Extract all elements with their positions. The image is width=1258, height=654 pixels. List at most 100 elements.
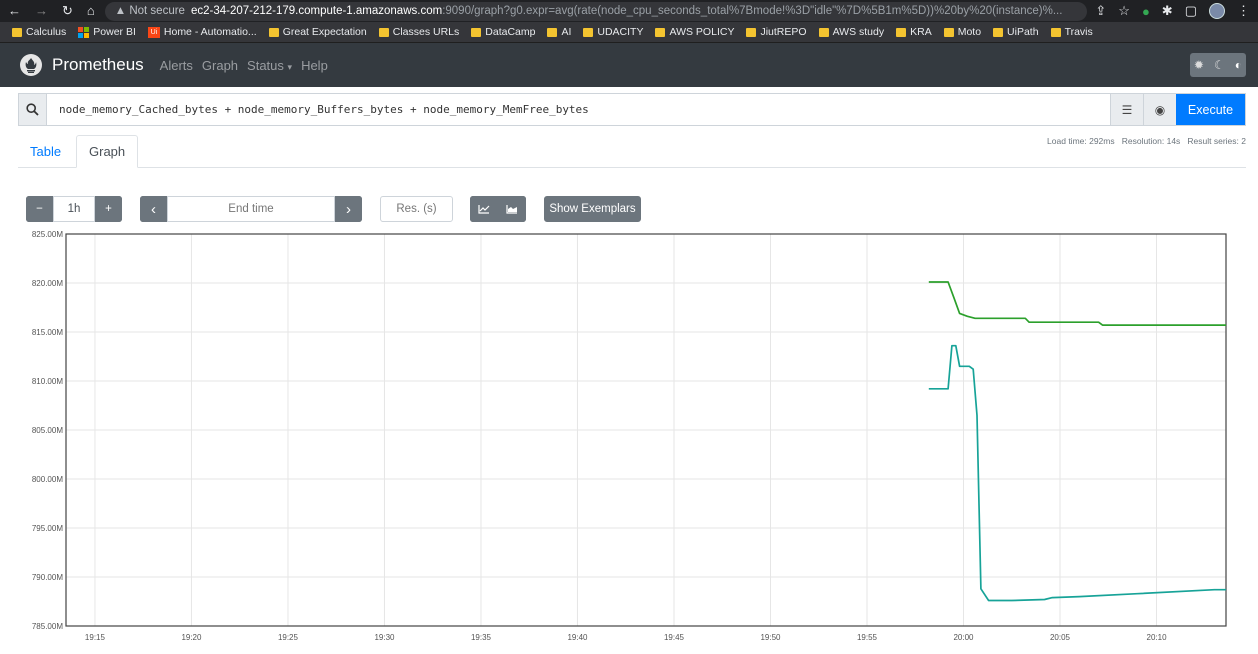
microsoft-logo-icon xyxy=(78,26,90,38)
execute-button[interactable]: Execute xyxy=(1176,94,1245,125)
side-panel-icon[interactable]: ▢ xyxy=(1185,3,1197,19)
prometheus-logo-icon xyxy=(20,54,42,76)
browser-theme-icon[interactable]: ◐ xyxy=(1235,58,1242,72)
tab-graph[interactable]: Graph xyxy=(76,135,139,168)
folder-icon xyxy=(818,27,829,37)
bookmark-label: Travis xyxy=(1064,26,1093,38)
dark-theme-icon[interactable]: ☾ xyxy=(1214,58,1225,72)
bookmark-label: KRA xyxy=(910,26,932,38)
bookmark-ai[interactable]: AI xyxy=(541,26,577,38)
security-label[interactable]: ▲ Not secure xyxy=(115,5,185,17)
extensions-puzzle-icon[interactable]: ✱ xyxy=(1162,3,1173,19)
bookmark-aws-policy[interactable]: AWS POLICY xyxy=(649,26,740,38)
bookmark-label: AI xyxy=(561,26,572,38)
expression-input[interactable]: node_memory_Cached_bytes + node_memory_B… xyxy=(47,103,1110,116)
bookmark-aws-study[interactable]: AWS study xyxy=(813,26,891,38)
folder-icon xyxy=(896,27,907,37)
end-time-input[interactable]: End time xyxy=(167,196,335,222)
range-input[interactable]: 1h xyxy=(53,196,95,222)
folder-icon xyxy=(471,27,482,37)
graph-panel: 825.00M 820.00M 815.00M 810.00M 805.00M 800.0… xyxy=(0,228,1258,649)
x-tick-label: 19:40 xyxy=(567,633,588,642)
show-exemplars-button[interactable]: Show Exemplars xyxy=(544,196,641,222)
browser-menu-icon[interactable]: ⋮ xyxy=(1237,3,1250,19)
profile-avatar[interactable] xyxy=(1209,3,1225,19)
bookmark-home-automation[interactable]: Ui Home - Automatio... xyxy=(142,26,263,38)
prev-time-button[interactable]: ‹ xyxy=(140,196,167,222)
bookmark-travis[interactable]: Travis xyxy=(1045,26,1099,38)
range-increase-button[interactable]: + xyxy=(95,196,122,222)
line-chart-icon[interactable] xyxy=(470,196,498,222)
bookmark-datacamp[interactable]: DataCamp xyxy=(465,26,541,38)
bookmark-star-icon[interactable]: ☆ xyxy=(1118,3,1130,19)
metrics-explorer-icon[interactable]: ☰ xyxy=(1110,94,1143,125)
y-tick-label: 795.00M xyxy=(32,524,63,533)
bookmark-label: Power BI xyxy=(93,26,136,38)
bookmark-moto[interactable]: Moto xyxy=(938,26,987,38)
time-series-chart[interactable]: 825.00M 820.00M 815.00M 810.00M 805.00M 800.0… xyxy=(0,228,1258,649)
resolution-input[interactable]: Res. (s) xyxy=(380,196,453,222)
x-tick-label: 20:05 xyxy=(1050,633,1071,642)
extension-g-icon[interactable]: ● xyxy=(1142,4,1150,19)
bookmark-power-bi[interactable]: Power BI xyxy=(72,26,142,38)
y-tick-label: 810.00M xyxy=(32,377,63,386)
x-tick-label: 19:20 xyxy=(181,633,202,642)
bookmark-classes-urls[interactable]: Classes URLs xyxy=(373,26,466,38)
end-time-group: ‹ End time › xyxy=(140,196,362,222)
nav-alerts[interactable]: Alerts xyxy=(160,58,193,73)
next-time-button[interactable]: › xyxy=(335,196,362,222)
folder-icon xyxy=(12,27,22,37)
expression-bar: node_memory_Cached_bytes + node_memory_B… xyxy=(18,93,1246,126)
nav-status[interactable]: Status ▾ xyxy=(247,58,292,73)
light-theme-icon[interactable]: ✹ xyxy=(1194,58,1204,72)
url-host: ec2-34-207-212-179.compute-1.amazonaws.c… xyxy=(190,5,443,17)
share-icon[interactable]: ⇪ xyxy=(1095,3,1106,19)
bookmark-kra[interactable]: KRA xyxy=(890,26,938,38)
back-arrow-icon[interactable]: ← xyxy=(8,3,21,19)
tab-table[interactable]: Table xyxy=(18,135,73,168)
resolution: Resolution: 14s xyxy=(1121,136,1181,146)
x-tick-label: 19:35 xyxy=(471,633,492,642)
nav-status-label: Status xyxy=(247,57,284,73)
search-icon xyxy=(19,94,47,125)
folder-icon xyxy=(583,27,594,37)
x-tick-label: 19:15 xyxy=(85,633,106,642)
bookmark-label: JiutREPO xyxy=(760,26,807,38)
chart-type-group xyxy=(470,196,526,222)
bookmark-label: Moto xyxy=(957,26,982,38)
reload-icon[interactable]: ↻ xyxy=(62,3,73,19)
browser-actions: ⇪ ☆ ● ✱ ▢ ⋮ xyxy=(1087,3,1258,19)
theme-switcher: ✹ ☾ ◐ xyxy=(1189,53,1246,77)
y-tick-label: 820.00M xyxy=(32,279,63,288)
bookmark-udacity[interactable]: UDACITY xyxy=(577,26,649,38)
uipath-logo-icon: Ui xyxy=(147,26,160,38)
app-navbar: Prometheus Alerts Graph Status ▾ Help ✹ … xyxy=(0,43,1258,87)
browser-toolbar: ← → ↻ ⌂ ▲ Not secure ec2-34-207-212-179.… xyxy=(0,0,1258,22)
brand-name: Prometheus xyxy=(52,55,144,74)
globe-icon[interactable]: ◉ xyxy=(1143,94,1176,125)
x-tick-label: 19:45 xyxy=(664,633,685,642)
bookmark-jiutrepo[interactable]: JiutREPO xyxy=(740,26,812,38)
brand[interactable]: Prometheus xyxy=(20,54,144,76)
forward-arrow-icon[interactable]: → xyxy=(35,3,48,19)
folder-icon xyxy=(993,27,1004,37)
bookmark-label: UDACITY xyxy=(597,26,644,38)
stacked-chart-icon[interactable] xyxy=(498,196,526,222)
x-tick-label: 20:10 xyxy=(1147,633,1168,642)
bookmarks-bar: Calculus Power BI Ui Home - Automatio... … xyxy=(0,22,1258,43)
folder-icon xyxy=(378,27,389,37)
address-bar[interactable]: ▲ Not secure ec2-34-207-212-179.compute-… xyxy=(104,1,1088,21)
bookmark-great-expectation[interactable]: Great Expectation xyxy=(263,26,373,38)
nav-help[interactable]: Help xyxy=(301,58,328,73)
bookmark-calculus[interactable]: Calculus xyxy=(6,26,72,38)
home-icon[interactable]: ⌂ xyxy=(87,3,95,19)
bookmark-label: AWS POLICY xyxy=(669,26,735,38)
y-tick-label: 790.00M xyxy=(32,573,63,582)
bookmark-uipath[interactable]: UiPath xyxy=(987,26,1045,38)
caret-down-icon: ▾ xyxy=(287,61,293,72)
nav-graph[interactable]: Graph xyxy=(202,58,238,73)
x-tick-label: 19:55 xyxy=(857,633,878,642)
y-tick-label: 800.00M xyxy=(32,475,63,484)
range-decrease-button[interactable]: − xyxy=(26,196,53,222)
y-tick-label: 815.00M xyxy=(32,328,63,337)
